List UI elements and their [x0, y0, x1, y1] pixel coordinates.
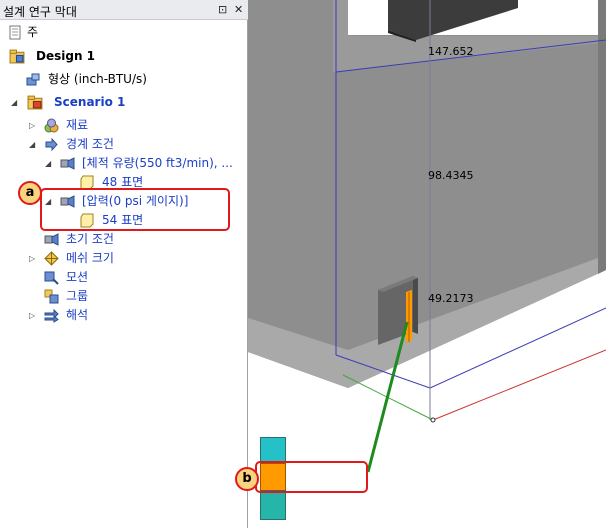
panel-title: 설계 연구 막대	[3, 5, 77, 19]
panel-title-bar: 설계 연구 막대 ⊡ ✕	[0, 0, 248, 20]
scenario-folder-icon	[27, 95, 43, 110]
tree-item-label: 형상 (inch-BTU/s)	[48, 72, 147, 86]
collapse-arrow-icon[interactable]: ◢	[29, 140, 35, 150]
pin-icon[interactable]: ⊡	[218, 3, 227, 16]
motion-icon	[44, 271, 59, 285]
dimension-label-mid: 98.4345	[428, 169, 474, 182]
tree-item-label: 주	[27, 25, 39, 39]
geometry-icon	[26, 73, 40, 86]
design-folder-icon	[9, 49, 25, 64]
tree-item-label: 메쉬 크기	[66, 251, 114, 265]
close-icon[interactable]: ✕	[234, 3, 243, 16]
tree-item-label: 재료	[66, 118, 89, 132]
expand-arrow-icon[interactable]: ▷	[29, 311, 35, 321]
mesh-icon	[44, 251, 59, 266]
callout-box-a	[40, 188, 230, 231]
solve-icon	[44, 308, 59, 323]
collapse-arrow-icon[interactable]: ◢	[45, 159, 51, 169]
graphics-viewport[interactable]: 147.652 98.4345 49.2173 b	[235, 0, 606, 528]
callout-box-b	[255, 461, 368, 493]
boundary-condition-icon	[45, 137, 58, 152]
dimension-label-top: 147.652	[428, 45, 474, 58]
volume-flow-icon	[60, 157, 75, 170]
callout-badge-b: b	[235, 467, 259, 491]
collapse-arrow-icon[interactable]: ◢	[11, 98, 17, 108]
tree-item-label: Design 1	[36, 49, 96, 63]
tree-item-label: [체적 유량(550 ft3/min), ...	[82, 156, 233, 170]
tree-item-label: 초기 조건	[66, 232, 114, 246]
design-study-bar: 설계 연구 막대 ⊡ ✕ 주 Design 1 형상 (inch-BTU/s) …	[0, 0, 248, 528]
initial-condition-icon	[44, 233, 59, 246]
model-view[interactable]	[248, 0, 606, 528]
document-icon	[9, 25, 21, 40]
top-slot	[388, 0, 518, 40]
tree-item-label: 해석	[66, 308, 89, 322]
tree-item-label: Scenario 1	[54, 95, 126, 109]
color-bar-bottom	[260, 490, 286, 520]
tree-item-label: 그룹	[66, 289, 89, 303]
expand-arrow-icon[interactable]: ▷	[29, 254, 35, 264]
materials-icon	[44, 118, 59, 133]
color-bar-top	[260, 437, 286, 464]
expand-arrow-icon[interactable]: ▷	[29, 121, 35, 131]
tree-item-label: 경계 조건	[66, 137, 114, 151]
callout-badge-a: a	[18, 181, 42, 205]
group-icon	[44, 289, 59, 304]
tree-item-label: 모션	[66, 270, 89, 284]
dimension-label-bottom: 49.2173	[428, 292, 474, 305]
